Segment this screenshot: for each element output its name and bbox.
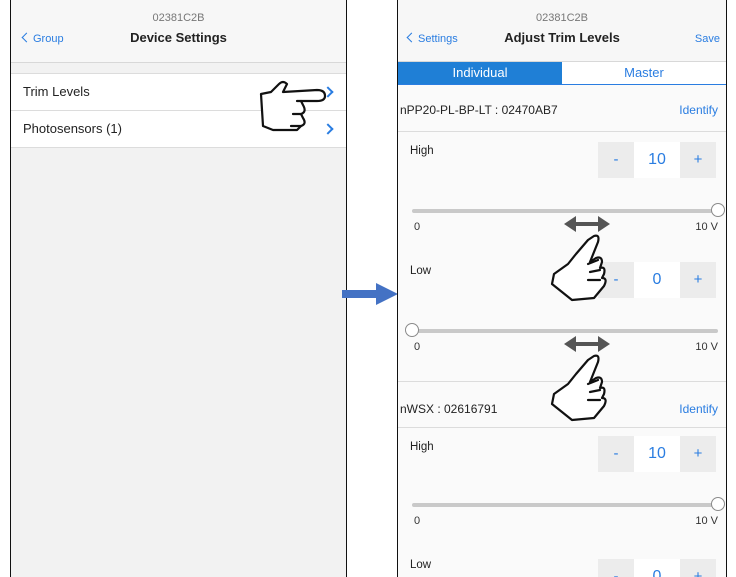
increment-button[interactable]: + bbox=[680, 142, 716, 178]
drag-hand-icon bbox=[550, 216, 610, 302]
decrement-button[interactable]: - bbox=[598, 142, 634, 178]
back-button[interactable]: Group bbox=[21, 32, 64, 45]
low-label: Low bbox=[410, 265, 432, 277]
low-stepper: - 0 + bbox=[598, 559, 716, 577]
high-slider[interactable] bbox=[412, 497, 725, 511]
high-label: High bbox=[410, 145, 434, 157]
high-slider[interactable] bbox=[412, 203, 725, 217]
slider-min-label: 0 bbox=[414, 515, 421, 527]
low-value[interactable]: 0 bbox=[634, 559, 680, 577]
identify-button[interactable]: Identify bbox=[679, 402, 718, 416]
slider-min-label: 0 bbox=[414, 221, 421, 233]
increment-button[interactable]: + bbox=[680, 559, 716, 577]
low-label: Low bbox=[410, 559, 432, 571]
back-label: Group bbox=[33, 33, 64, 45]
high-stepper: - 10 + bbox=[598, 436, 716, 472]
tab-master[interactable]: Master bbox=[562, 62, 726, 84]
decrement-button[interactable]: - bbox=[598, 559, 634, 577]
slider-max-label: 10 V bbox=[695, 341, 718, 353]
slider-knob[interactable] bbox=[711, 203, 725, 217]
high-value[interactable]: 10 bbox=[634, 142, 680, 178]
increment-button[interactable]: + bbox=[680, 436, 716, 472]
device-name: nPP20-PL-BP-LT : 02470AB7 bbox=[400, 103, 558, 117]
list-item-label: Photosensors (1) bbox=[23, 121, 122, 136]
list-item-label: Trim Levels bbox=[23, 84, 90, 99]
increment-button[interactable]: + bbox=[680, 262, 716, 298]
identify-button[interactable]: Identify bbox=[679, 103, 718, 117]
nav-subtitle: 02381C2B bbox=[152, 12, 205, 24]
segmented-control: Individual Master bbox=[398, 62, 726, 85]
save-button[interactable]: Save bbox=[695, 33, 720, 45]
chevron-left-icon bbox=[406, 32, 417, 43]
slider-min-label: 0 bbox=[414, 341, 421, 353]
decrement-button[interactable]: - bbox=[598, 436, 634, 472]
slider-knob[interactable] bbox=[711, 497, 725, 511]
back-label: Settings bbox=[418, 33, 458, 45]
low-value[interactable]: 0 bbox=[634, 262, 680, 298]
nav-bar: 02381C2B Device Settings Group bbox=[11, 0, 346, 63]
drag-hand-icon bbox=[550, 336, 610, 422]
tab-individual[interactable]: Individual bbox=[398, 62, 562, 84]
high-label: High bbox=[410, 441, 434, 453]
adjust-trim-levels-screen: 02381C2B Adjust Trim Levels Settings Sav… bbox=[397, 0, 727, 577]
low-slider[interactable] bbox=[405, 323, 718, 337]
chevron-left-icon bbox=[21, 32, 32, 43]
slider-max-label: 10 V bbox=[695, 515, 718, 527]
back-button[interactable]: Settings bbox=[406, 32, 458, 45]
divider bbox=[398, 427, 726, 428]
high-stepper: - 10 + bbox=[598, 142, 716, 178]
device-header: nPP20-PL-BP-LT : 02470AB7 Identify bbox=[398, 85, 726, 132]
high-value[interactable]: 10 bbox=[634, 436, 680, 472]
device-settings-screen: 02381C2B Device Settings Group Trim Leve… bbox=[10, 0, 347, 577]
nav-subtitle: 02381C2B bbox=[536, 12, 588, 24]
transition-arrow-icon bbox=[342, 283, 398, 305]
nav-bar: 02381C2B Adjust Trim Levels Settings Sav… bbox=[398, 0, 726, 62]
slider-max-label: 10 V bbox=[695, 221, 718, 233]
pointing-hand-icon bbox=[259, 80, 327, 132]
slider-knob[interactable] bbox=[405, 323, 419, 337]
device-name: nWSX : 02616791 bbox=[400, 402, 498, 416]
